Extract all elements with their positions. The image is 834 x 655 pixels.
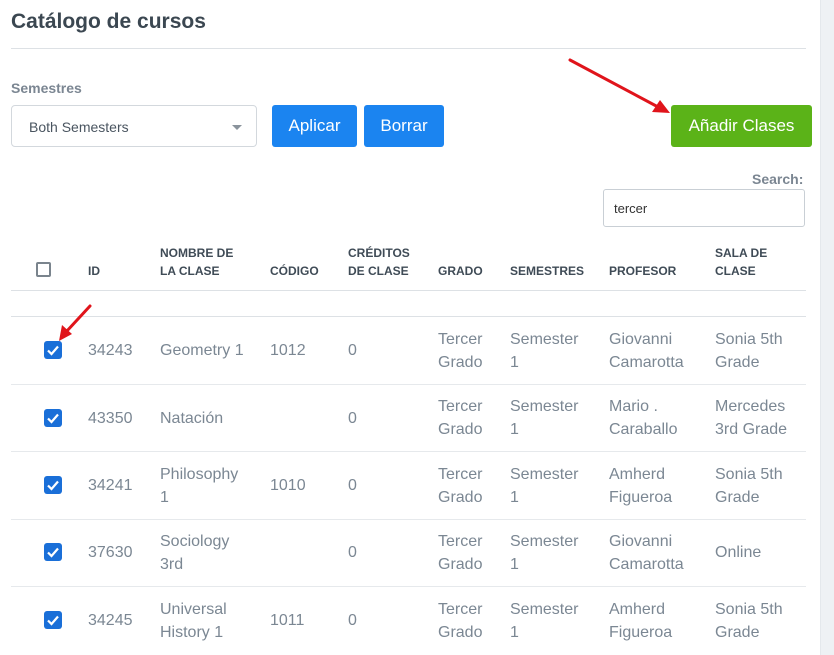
cell-semester: Semester 1 [510, 533, 579, 573]
check-icon [47, 615, 59, 626]
page-title: Catálogo de cursos [11, 10, 206, 33]
add-classes-button[interactable]: Añadir Clases [671, 105, 812, 147]
check-icon [47, 547, 59, 558]
row-checkbox[interactable] [44, 611, 62, 629]
title-divider [11, 48, 806, 49]
chevron-down-icon [232, 125, 242, 130]
cell-teacher: Giovanni Camarotta [609, 331, 684, 371]
cell-code: 1012 [270, 342, 306, 359]
row-checkbox[interactable] [44, 476, 62, 494]
apply-button[interactable]: Aplicar [272, 105, 357, 147]
cell-name: Philosophy 1 [160, 466, 239, 506]
row-divider [11, 451, 806, 452]
header-credits-line2: DE CLASE [348, 264, 409, 278]
cell-grade: Tercer Grado [438, 601, 483, 641]
arrow-annotation-icon [568, 58, 670, 113]
semester-select-value: Both Semesters [29, 119, 129, 135]
search-input[interactable] [603, 189, 805, 227]
cell-teacher: Amherd Figueroa [609, 466, 673, 506]
header-id[interactable]: ID [88, 262, 100, 280]
cell-room: Mercedes 3rd Grade [715, 398, 788, 438]
header-credits[interactable]: CRÉDITOS DE CLASE [348, 244, 410, 280]
semester-select[interactable]: Both Semesters [11, 105, 257, 147]
cell-room: Sonia 5th Grade [715, 601, 783, 641]
row-divider [11, 384, 806, 385]
header-credits-line1: CRÉDITOS [348, 246, 410, 260]
cell-teacher: Giovanni Camarotta [609, 533, 684, 573]
cell-id: 37630 [88, 544, 133, 561]
header-divider-bottom [11, 316, 806, 317]
header-room[interactable]: SALA DE CLASE [715, 244, 767, 280]
arrow-annotation-icon [59, 304, 92, 341]
cell-grade: Tercer Grado [438, 466, 483, 506]
row-checkbox[interactable] [44, 409, 62, 427]
cell-name: Geometry 1 [160, 342, 244, 359]
cell-room: Sonia 5th Grade [715, 466, 783, 506]
cell-code: 1011 [270, 612, 305, 629]
cell-semester: Semester 1 [510, 601, 579, 641]
cell-teacher: Mario . Caraballo [609, 398, 678, 438]
cell-room: Sonia 5th Grade [715, 331, 783, 371]
window-right-edge [820, 0, 834, 655]
select-all-checkbox[interactable] [36, 262, 51, 277]
cell-credits: 0 [348, 477, 357, 494]
header-name-line2: LA CLASE [160, 264, 220, 278]
cell-id: 34241 [88, 477, 133, 494]
cell-semester: Semester 1 [510, 331, 579, 371]
cell-name: Sociology 3rd [160, 533, 230, 573]
check-icon [47, 480, 59, 491]
cell-teacher: Amherd Figueroa [609, 601, 673, 641]
header-name-line1: NOMBRE DE [160, 246, 234, 260]
cell-name: Universal History 1 [160, 601, 227, 641]
header-divider [11, 290, 806, 291]
cell-credits: 0 [348, 342, 357, 359]
cell-credits: 0 [348, 410, 357, 427]
cell-id: 34245 [88, 612, 133, 629]
cell-semester: Semester 1 [510, 466, 579, 506]
search-label: Search: [752, 171, 804, 187]
row-divider [11, 519, 806, 520]
header-name[interactable]: NOMBRE DE LA CLASE [160, 244, 233, 280]
row-divider [11, 586, 806, 587]
row-checkbox[interactable] [44, 543, 62, 561]
cell-grade: Tercer Grado [438, 533, 483, 573]
cell-grade: Tercer Grado [438, 331, 483, 371]
header-grade[interactable]: GRADO [438, 262, 483, 280]
check-icon [47, 345, 59, 356]
cell-name: Natación [160, 410, 224, 427]
header-room-line2: CLASE [715, 264, 756, 278]
cell-code: 1010 [270, 477, 306, 494]
cell-credits: 0 [348, 612, 357, 629]
header-code[interactable]: CÓDIGO [270, 262, 319, 280]
clear-button[interactable]: Borrar [364, 105, 444, 147]
cell-id: 43350 [88, 410, 133, 427]
semester-filter-label: Semestres [11, 80, 82, 96]
row-checkbox[interactable] [44, 341, 62, 359]
header-room-line1: SALA DE [715, 246, 768, 260]
cell-id: 34243 [88, 342, 133, 359]
cell-room: Online [715, 544, 762, 561]
check-icon [47, 413, 59, 424]
header-teacher[interactable]: PROFESOR [609, 262, 676, 280]
cell-semester: Semester 1 [510, 398, 579, 438]
cell-grade: Tercer Grado [438, 398, 483, 438]
cell-credits: 0 [348, 544, 357, 561]
header-semesters[interactable]: SEMESTRES [510, 262, 584, 280]
